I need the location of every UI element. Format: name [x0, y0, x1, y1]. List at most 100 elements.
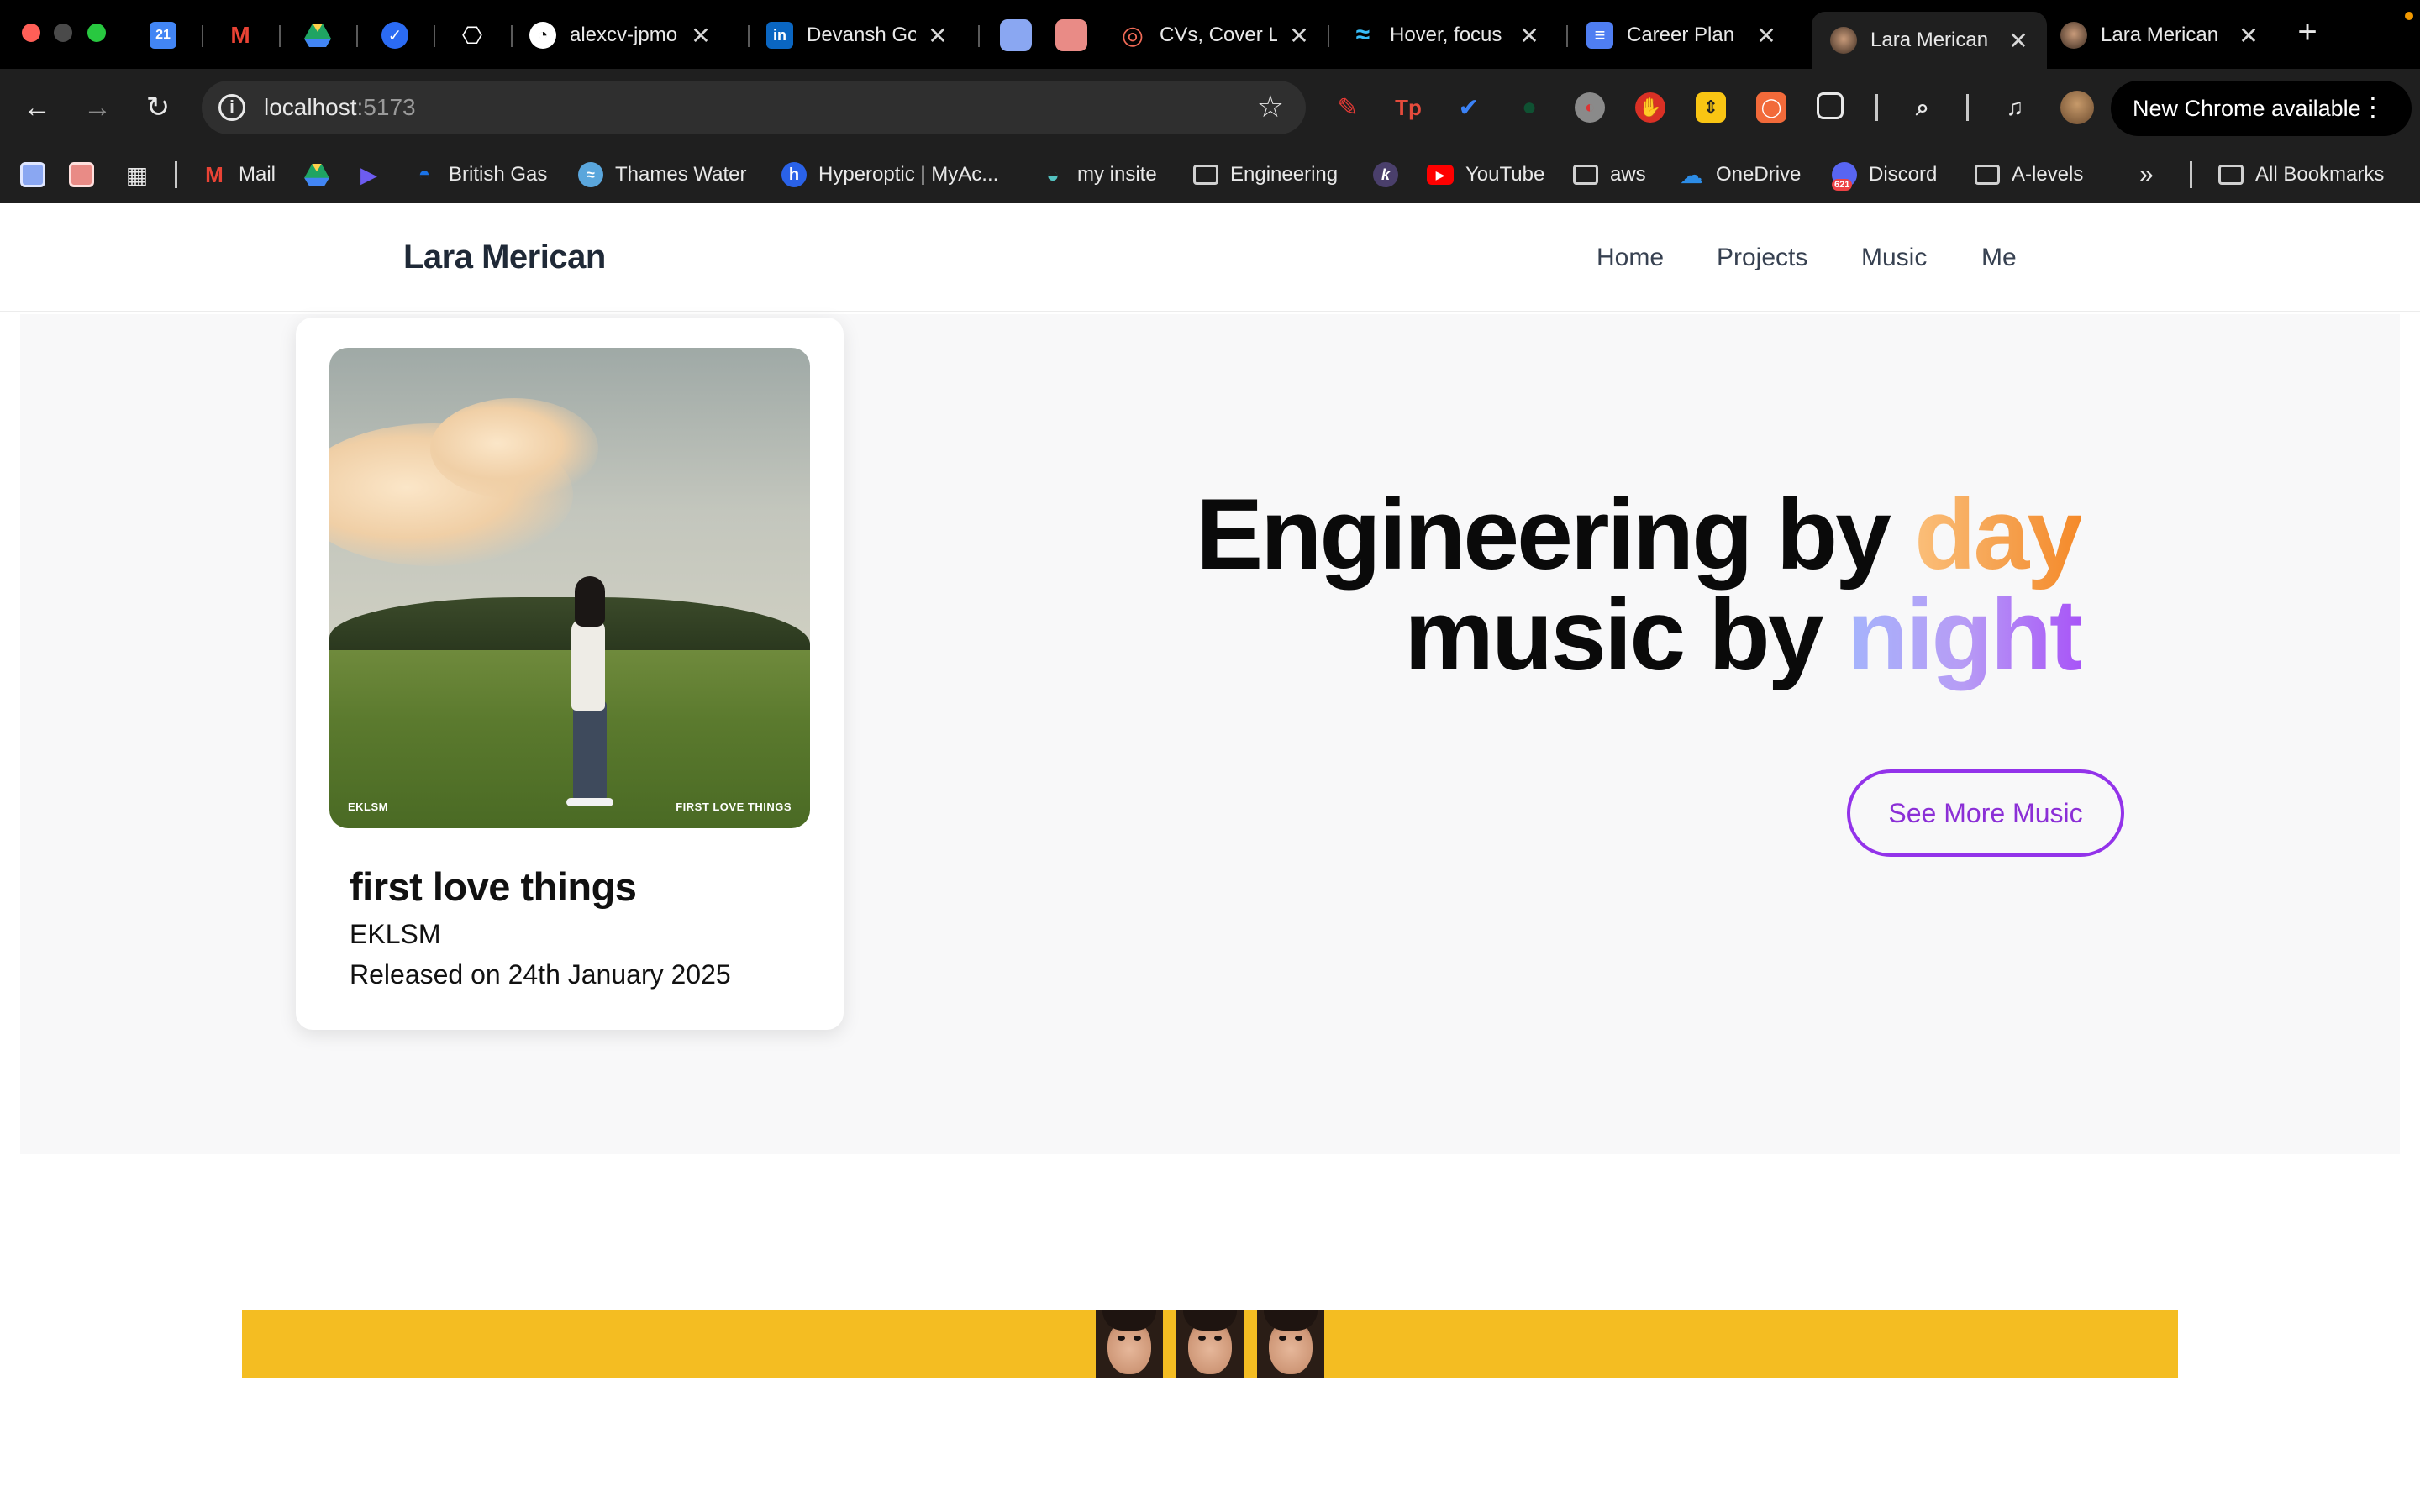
- close-tab-icon[interactable]: ✕: [1756, 22, 1776, 50]
- tab-alexcv[interactable]: ◔ alexcv-jpmo ✕: [529, 12, 711, 59]
- maximize-window-button[interactable]: [87, 24, 106, 42]
- record-extension-icon[interactable]: ◐: [1575, 92, 1605, 123]
- tab-red-square[interactable]: [1055, 12, 1087, 59]
- more-menu-icon[interactable]: ⋮: [2360, 91, 2386, 123]
- bookmark-label: YouTube: [1465, 163, 1545, 186]
- close-tab-icon[interactable]: ✕: [2238, 22, 2259, 50]
- nav-me[interactable]: Me: [1981, 244, 2017, 272]
- discord-badge: 621: [1832, 179, 1853, 191]
- apps-grid-button[interactable]: ▦: [124, 158, 161, 192]
- folder-icon: [2218, 165, 2244, 185]
- site-info-icon[interactable]: i: [218, 94, 245, 121]
- minimize-window-button[interactable]: [54, 24, 72, 42]
- target-icon: ◎: [1121, 21, 1144, 50]
- address-bar[interactable]: i localhost:5173 ☆: [202, 81, 1306, 134]
- tab-search-icon[interactable]: ⌕: [1907, 92, 1938, 123]
- bookmark-red-square[interactable]: [69, 158, 106, 192]
- stop-extension-icon[interactable]: ✋: [1635, 92, 1665, 123]
- url-text[interactable]: localhost:5173: [264, 94, 416, 121]
- url-host: localhost: [264, 94, 357, 120]
- tab-cvs[interactable]: ◎ CVs, Cover L ✕: [1119, 12, 1309, 59]
- hyperoptic-icon: h: [781, 162, 807, 187]
- bookmark-aws[interactable]: aws: [1573, 158, 1646, 192]
- google-drive-icon: [304, 22, 331, 49]
- face-thumbnail[interactable]: [1257, 1310, 1324, 1378]
- media-control-icon[interactable]: ♫: [2000, 92, 2030, 123]
- tab-lara-merican[interactable]: Lara Merican ✕: [2060, 12, 2259, 59]
- bookmark-engineering[interactable]: Engineering: [1193, 158, 1338, 192]
- nav-home[interactable]: Home: [1597, 244, 1664, 272]
- tp-extension-icon[interactable]: Tp: [1393, 92, 1423, 123]
- close-window-button[interactable]: [22, 24, 40, 42]
- site-header: Lara Merican Home Projects Music Me: [0, 203, 2420, 312]
- tab-gmail[interactable]: M: [227, 12, 254, 59]
- folder-icon: [1193, 165, 1218, 185]
- bookmark-thames-water[interactable]: ≈ Thames Water: [578, 158, 746, 192]
- close-tab-icon[interactable]: ✕: [1519, 22, 1539, 50]
- bookmark-a-levels[interactable]: A-levels: [1975, 158, 2083, 192]
- bookmark-drive[interactable]: [304, 158, 341, 192]
- more-bookmarks-button[interactable]: »: [2139, 158, 2154, 192]
- headline-line1: Engineering by: [1196, 478, 1915, 591]
- tab-title: Hover, focus: [1390, 24, 1502, 46]
- face-thumbnail[interactable]: [1096, 1310, 1163, 1378]
- profile-avatar[interactable]: [2060, 91, 2094, 124]
- tab-lara-merican-active[interactable]: Lara Merican ✕: [1812, 12, 2047, 69]
- forward-button[interactable]: →: [77, 87, 118, 128]
- tab-career-plan[interactable]: ≡ Career Plan ✕: [1586, 12, 1776, 59]
- discord-icon: 621: [1832, 162, 1857, 191]
- tab-linkedin[interactable]: in Devansh Go ✕: [766, 12, 948, 59]
- bookmark-label: All Bookmarks: [2255, 163, 2385, 186]
- chrome-update-button[interactable]: New Chrome available ⋮: [2111, 81, 2412, 136]
- tab-chatgpt[interactable]: ⎔: [459, 12, 486, 59]
- tab-drive[interactable]: [304, 12, 331, 59]
- tab-checkmark[interactable]: ✓: [381, 12, 408, 59]
- capture-extension-icon[interactable]: ◯: [1756, 92, 1786, 123]
- google-calendar-icon: 21: [150, 22, 176, 49]
- bookmark-onedrive[interactable]: ☁ OneDrive: [1679, 158, 1801, 192]
- bookmark-mail[interactable]: M Mail: [202, 158, 276, 192]
- tab-blue-square[interactable]: [1000, 12, 1032, 59]
- bookmark-all-bookmarks[interactable]: All Bookmarks: [2218, 158, 2384, 192]
- pen-extension-icon[interactable]: ✎: [1333, 92, 1363, 123]
- bookmark-power-automate[interactable]: ▶: [356, 158, 393, 192]
- close-tab-icon[interactable]: ✕: [691, 22, 711, 50]
- k-icon: k: [1373, 162, 1398, 187]
- reload-button[interactable]: ↻: [138, 87, 178, 128]
- album-cover[interactable]: EKLSM FIRST LOVE THINGS: [329, 348, 810, 828]
- browser-chrome: 21 M ✓ ⎔ ◔ alexcv-jpmo ✕ in Devansh Go ✕…: [0, 0, 2420, 203]
- site-brand[interactable]: Lara Merican: [403, 239, 606, 276]
- back-button[interactable]: ←: [17, 87, 57, 128]
- bookmark-youtube[interactable]: ▶ YouTube: [1427, 158, 1544, 192]
- release-card[interactable]: EKLSM FIRST LOVE THINGS first love thing…: [296, 318, 844, 1030]
- face-thumbnail[interactable]: [1176, 1310, 1244, 1378]
- bookmark-hyperoptic[interactable]: h Hyperoptic | MyAc...: [781, 158, 998, 192]
- nav-music[interactable]: Music: [1861, 244, 1927, 272]
- resize-extension-icon[interactable]: ⇕: [1696, 92, 1726, 123]
- close-tab-icon[interactable]: ✕: [1289, 22, 1309, 50]
- tab-tailwind[interactable]: ≈ Hover, focus ✕: [1349, 12, 1539, 59]
- onedrive-icon: ☁: [1680, 161, 1703, 188]
- extensions-puzzle-icon[interactable]: [1817, 92, 1844, 119]
- chevron-double-right-icon: »: [2139, 160, 2154, 188]
- nav-projects[interactable]: Projects: [1717, 244, 1807, 272]
- bookmark-label: A-levels: [2012, 163, 2084, 186]
- bookmark-label: OneDrive: [1716, 163, 1802, 186]
- tab-calendar[interactable]: 21: [150, 12, 176, 59]
- see-more-music-button[interactable]: See More Music: [1847, 769, 2124, 857]
- power-automate-icon: ▶: [360, 161, 377, 187]
- british-gas-icon: ◓: [418, 163, 431, 186]
- close-tab-icon[interactable]: ✕: [2008, 27, 2028, 55]
- new-tab-button[interactable]: +: [2291, 13, 2324, 51]
- bookmark-blue-square[interactable]: [20, 158, 57, 192]
- bookmark-my-insite[interactable]: ◒ my insite: [1040, 158, 1157, 192]
- tab-strip: 21 M ✓ ⎔ ◔ alexcv-jpmo ✕ in Devansh Go ✕…: [0, 0, 2420, 69]
- bookmark-discord[interactable]: 621 Discord: [1832, 158, 1937, 192]
- bookmark-british-gas[interactable]: ◓ British Gas: [412, 158, 548, 192]
- headline-night: night: [1846, 579, 2083, 691]
- close-tab-icon[interactable]: ✕: [928, 22, 948, 50]
- check-extension-icon[interactable]: ✔: [1454, 92, 1484, 123]
- video-extension-icon[interactable]: ●: [1514, 92, 1544, 123]
- bookmark-star-icon[interactable]: ☆: [1257, 89, 1284, 124]
- bookmark-k[interactable]: k: [1373, 158, 1410, 192]
